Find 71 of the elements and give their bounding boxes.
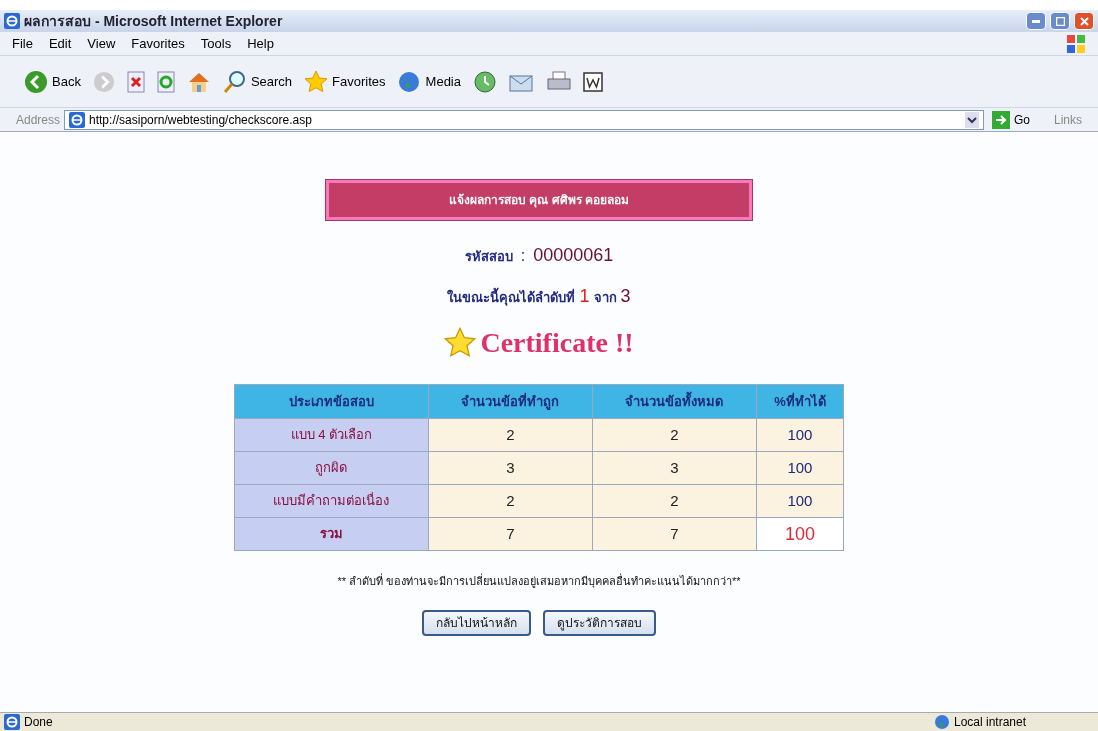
table-cell: แบบมีคำถามต่อเนื่อง: [234, 484, 429, 518]
maximize-icon: [1055, 16, 1065, 26]
minimize-icon: [1032, 19, 1040, 23]
windows-logo-icon: [1066, 33, 1086, 54]
back-button[interactable]: Back: [24, 69, 81, 94]
table-cell: 7: [592, 517, 757, 551]
rank-total: 3: [620, 285, 631, 308]
ranking-note: ** ลำดับที่ ของท่านจะมีการเปลี่ยนแปลงอยู่เสมอหากมีบุคคลอื่นทำคะแนนได้มากกว่า**: [337, 573, 741, 590]
column-header: จำนวนข้อทั้งหมด: [592, 384, 757, 419]
rank-of-text: จาก: [593, 289, 617, 307]
print-button[interactable]: [547, 70, 571, 93]
search-button[interactable]: Search: [222, 69, 293, 94]
refresh-button[interactable]: [156, 70, 175, 93]
menu-item[interactable]: File: [12, 33, 33, 54]
exam-code: 00000061: [533, 244, 614, 267]
action-button[interactable]: ดูประวัติการสอบ: [543, 609, 656, 636]
status-text: Done: [24, 714, 54, 731]
column-header: %ที่ทำได้: [756, 384, 844, 419]
star-icon: [444, 327, 477, 359]
clock-icon: [473, 69, 497, 94]
column-header: ประเภทข้อสอบ: [234, 384, 429, 419]
word-document-icon: [583, 71, 603, 92]
refresh-icon: [156, 70, 175, 93]
separator-colon: :: [520, 246, 526, 266]
table-cell: 100: [756, 484, 844, 518]
printer-icon: [547, 70, 571, 93]
certificate-heading: Certificate !!: [480, 326, 634, 360]
media-button[interactable]: Media: [397, 69, 461, 94]
search-icon: [222, 69, 247, 94]
rank-text: ในขณะนี้คุณได้ลำดับที่: [447, 288, 576, 308]
table-cell: 100: [756, 451, 844, 485]
table-cell: 100: [756, 418, 844, 452]
table-cell: 100: [756, 517, 844, 551]
stop-icon: [126, 70, 145, 93]
exam-code-label: รหัสสอบ: [464, 248, 513, 266]
close-icon: [1079, 16, 1089, 26]
table-cell: 2: [592, 418, 757, 452]
browser-icon: [4, 13, 20, 29]
go-button[interactable]: Go: [987, 110, 1034, 129]
close-button[interactable]: [1074, 12, 1094, 30]
address-label: Address: [16, 111, 61, 129]
globe-icon: [934, 714, 950, 730]
stop-button[interactable]: [126, 70, 145, 93]
menu-item[interactable]: Edit: [48, 33, 72, 54]
table-cell: 3: [428, 451, 593, 485]
table-cell: รวม: [234, 517, 429, 551]
table-cell: 3: [592, 451, 757, 485]
table-cell: 2: [428, 484, 593, 518]
history-button[interactable]: [473, 69, 497, 94]
table-cell: 7: [428, 517, 593, 551]
table-cell: 2: [428, 418, 593, 452]
globe-icon: [397, 69, 422, 94]
result-banner: แจ้งผลการสอบ คุณ ศศิพร คอยลอม: [326, 180, 752, 220]
column-header: จำนวนข้อที่ทำถูก: [428, 384, 593, 419]
table-cell: แบบ 4 ตัวเลือก: [234, 418, 429, 452]
window-title: ผลการสอบ - Microsoft Internet Explorer: [24, 11, 284, 31]
table-cell: 2: [592, 484, 757, 518]
table-cell: ถูกผิด: [234, 451, 429, 485]
word-button[interactable]: [583, 71, 603, 92]
menu-item[interactable]: Tools: [200, 33, 232, 54]
minimize-button[interactable]: [1026, 12, 1046, 30]
zone-text: Local intranet: [954, 714, 1028, 731]
address-field[interactable]: http://sasiporn/webtesting/checkscore.asp: [64, 109, 984, 130]
star-icon: [304, 69, 329, 94]
rank-value: 1: [579, 285, 590, 308]
maximize-button[interactable]: [1050, 12, 1070, 30]
menu-item[interactable]: Help: [247, 33, 274, 54]
menu-item[interactable]: View: [87, 33, 116, 54]
favorites-button[interactable]: Favorites: [304, 69, 386, 94]
menu-item[interactable]: Favorites: [131, 33, 185, 54]
action-button[interactable]: กลับไปหน้าหลัก: [422, 609, 531, 636]
